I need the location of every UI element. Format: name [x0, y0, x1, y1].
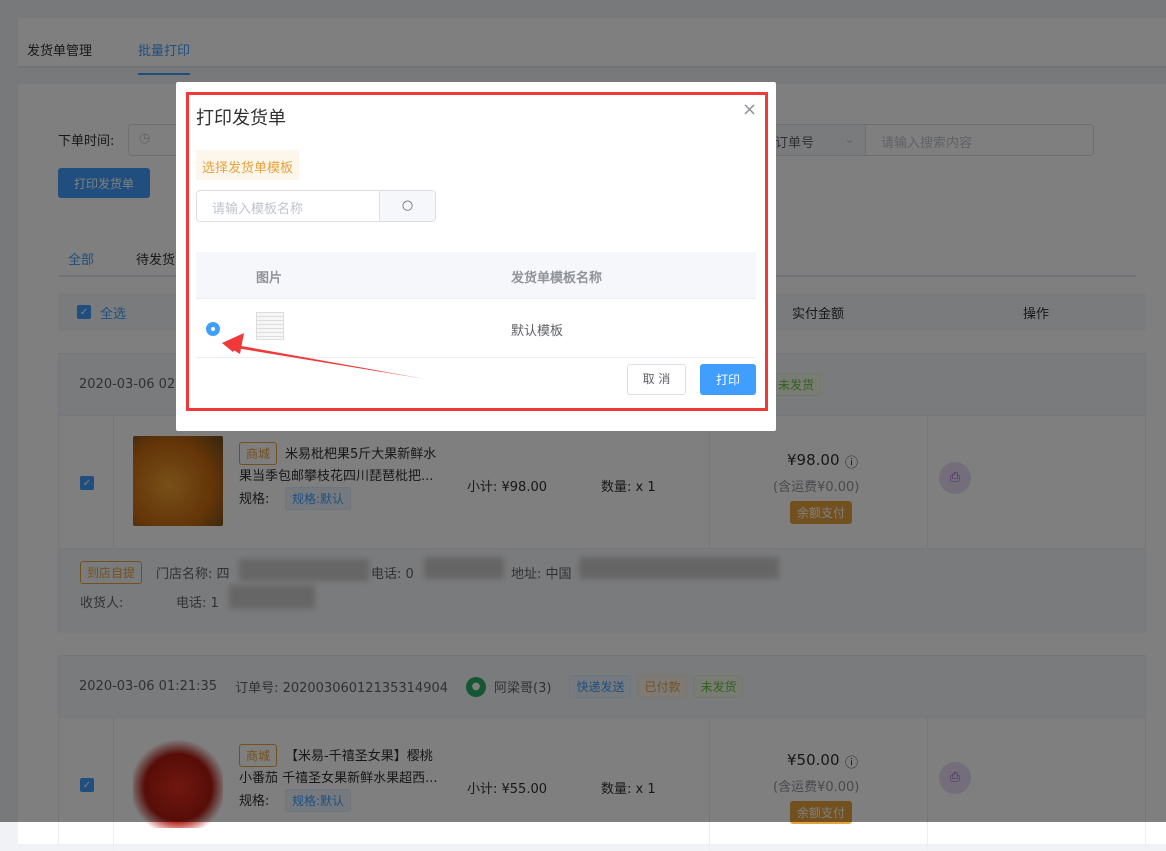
- annotation-arrow: [222, 333, 425, 379]
